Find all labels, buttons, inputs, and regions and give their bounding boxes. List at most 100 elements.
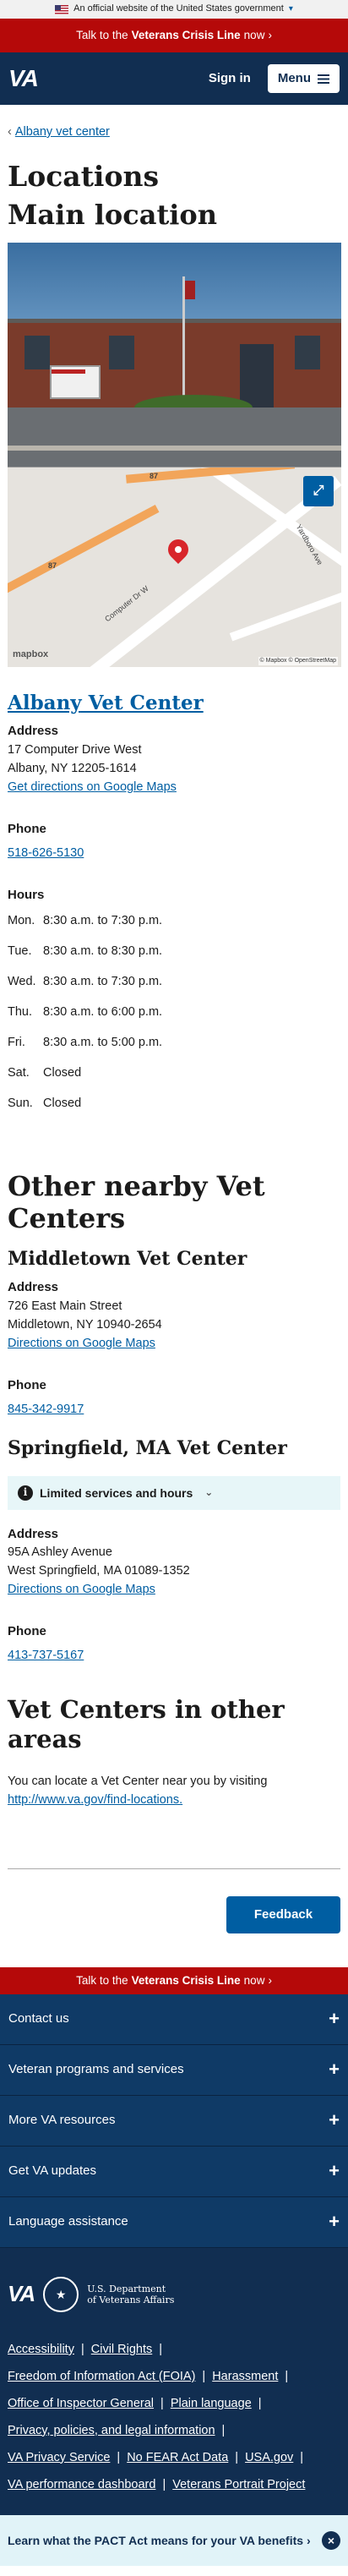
phone-link[interactable]: 845-342-9917 xyxy=(8,1403,84,1416)
hours-day: Sun. xyxy=(8,1097,33,1111)
va-logo[interactable]: VA xyxy=(8,62,39,96)
hours-row: Mon. 8:30 a.m. to 7:30 p.m. xyxy=(8,906,340,937)
limited-services-alert[interactable]: i Limited services and hours ⌄ xyxy=(8,1475,340,1510)
plus-icon: + xyxy=(329,2160,340,2182)
main-location-heading: Main location xyxy=(8,198,217,231)
footer-link[interactable]: VA Privacy Service xyxy=(8,2451,110,2464)
hours-time: 8:30 a.m. to 8:30 p.m. xyxy=(43,944,163,959)
dept-line-1: U.S. Department xyxy=(87,2283,166,2294)
main-content: ‹ Albany vet center Locations Main locat… xyxy=(0,105,348,1967)
breadcrumb-link[interactable]: Albany vet center xyxy=(15,123,110,141)
footer-link[interactable]: Civil Rights xyxy=(91,2343,153,2356)
crisis-prefix: Talk to the xyxy=(76,1973,128,1987)
expand-map-icon[interactable]: ⤢ xyxy=(303,476,334,506)
footer-link[interactable]: Office of Inspector General xyxy=(8,2397,154,2410)
address-line-2: Middletown, NY 10940-2654 xyxy=(8,1318,162,1332)
phone-link[interactable]: 413-737-5167 xyxy=(8,1649,84,1662)
plus-icon: + xyxy=(329,2109,340,2131)
map-pin-icon[interactable] xyxy=(164,535,193,564)
breadcrumb: ‹ Albany vet center xyxy=(8,105,340,141)
road-label: 87 xyxy=(48,561,57,570)
mapbox-logo: mapbox xyxy=(13,649,49,660)
footer-link[interactable]: Plain language xyxy=(171,2397,252,2410)
hours-time: Closed xyxy=(43,1066,82,1080)
crisis-prefix: Talk to the xyxy=(76,29,128,42)
hours-list: Mon. 8:30 a.m. to 7:30 p.m. Tue. 8:30 a.m.… xyxy=(8,906,340,1119)
footer-link[interactable]: Veterans Portrait Project xyxy=(172,2478,305,2491)
footer-link[interactable]: Accessibility xyxy=(8,2343,74,2356)
footer-link[interactable]: Privacy, policies, and legal information xyxy=(8,2424,215,2437)
site-header: VA Sign in Menu xyxy=(0,52,348,105)
separator: | xyxy=(202,2369,206,2383)
close-icon[interactable]: × xyxy=(322,2530,340,2550)
hours-day: Sat. xyxy=(8,1066,30,1080)
separator: | xyxy=(117,2450,121,2464)
va-seal-icon: ★ xyxy=(43,2276,79,2312)
accordion-label: More VA resources xyxy=(8,2113,116,2128)
dept-line-2: of Veterans Affairs xyxy=(87,2294,175,2305)
menu-label: Menu xyxy=(277,71,311,86)
accordion-label: Language assistance xyxy=(8,2214,128,2229)
chevron-right-icon: › xyxy=(268,1973,272,1987)
road-label: 87 xyxy=(150,472,159,480)
footer-accordion-contact[interactable]: Contact us + xyxy=(0,1994,348,2045)
pact-text: Learn what the PACT Act means for your V… xyxy=(8,2533,304,2547)
location-map[interactable]: Computer Dr W Yardboro Ave 87 87 ⤢ mapbo… xyxy=(8,467,341,667)
chevron-down-icon: ⌄ xyxy=(204,1485,214,1498)
map-attribution[interactable]: © Mapbox © OpenStreetMap xyxy=(258,656,338,665)
directions-link[interactable]: Directions on Google Maps xyxy=(8,1337,155,1350)
footer-link[interactable]: USA.gov xyxy=(245,2451,293,2464)
pact-act-banner: Learn what the PACT Act means for your V… xyxy=(0,2514,348,2566)
separator: | xyxy=(285,2369,289,2383)
chevron-left-icon: ‹ xyxy=(8,125,12,139)
find-locations-link[interactable]: http://www.va.gov/find-locations. xyxy=(8,1793,182,1807)
address-line-1: 17 Computer Drive West xyxy=(8,743,142,757)
hours-day: Fri. xyxy=(8,1036,25,1050)
footer-accordion-programs[interactable]: Veteran programs and services + xyxy=(0,2044,348,2096)
feedback-button[interactable]: Feedback xyxy=(226,1895,340,1933)
menu-button[interactable]: Menu xyxy=(267,64,340,93)
crisis-line-banner[interactable]: Talk to the Veterans Crisis Line now › xyxy=(0,19,348,52)
footer-link[interactable]: Harassment xyxy=(212,2370,278,2383)
gov-banner[interactable]: An official website of the United States… xyxy=(0,0,348,19)
us-flag-icon xyxy=(55,4,69,14)
accordion-label: Veteran programs and services xyxy=(8,2062,184,2077)
directions-link[interactable]: Directions on Google Maps xyxy=(8,1583,155,1596)
separator: | xyxy=(159,2342,163,2356)
footer-accordion-language[interactable]: Language assistance + xyxy=(0,2196,348,2248)
accordion-label: Contact us xyxy=(8,2011,69,2026)
footer-crisis-line-banner[interactable]: Talk to the Veterans Crisis Line now › xyxy=(0,1966,348,1994)
address-line-2: Albany, NY 12205-1614 xyxy=(8,762,137,776)
footer-va-logo[interactable]: VA xyxy=(8,2278,35,2311)
address-label: Address xyxy=(8,1280,59,1295)
address-line-1: 95A Ashley Avenue xyxy=(8,1545,112,1560)
chevron-right-icon: › xyxy=(306,2533,311,2547)
sign-in-button[interactable]: Sign in xyxy=(209,69,251,88)
phone-label: Phone xyxy=(8,1378,46,1393)
nearby-center-name: Middletown Vet Center xyxy=(8,1248,247,1271)
chevron-down-icon: ▾ xyxy=(288,3,293,14)
footer-accordion-updates[interactable]: Get VA updates + xyxy=(0,2146,348,2197)
alert-text: Limited services and hours xyxy=(40,1485,193,1500)
phone-link[interactable]: 518-626-5130 xyxy=(8,846,84,860)
address-label: Address xyxy=(8,724,59,739)
facility-photo xyxy=(8,243,341,467)
crisis-suffix: now xyxy=(243,1973,265,1987)
gov-banner-text: An official website of the United States… xyxy=(73,3,284,14)
hours-row: Sun. Closed xyxy=(8,1089,340,1119)
footer-link[interactable]: No FEAR Act Data xyxy=(127,2451,228,2464)
pact-act-link[interactable]: Learn what the PACT Act means for your V… xyxy=(8,2532,311,2549)
hours-label: Hours xyxy=(8,887,45,902)
hours-time: 8:30 a.m. to 7:30 p.m. xyxy=(43,975,163,989)
main-center-link[interactable]: Albany Vet Center xyxy=(8,692,204,714)
hours-row: Thu. 8:30 a.m. to 6:00 p.m. xyxy=(8,998,340,1028)
plus-icon: + xyxy=(329,2211,340,2233)
department-name: U.S. Department of Veterans Affairs xyxy=(87,2283,174,2305)
footer-logos[interactable]: VA ★ U.S. Department of Veterans Affairs xyxy=(8,2276,340,2312)
footer-accordion-resources[interactable]: More VA resources + xyxy=(0,2095,348,2147)
directions-link[interactable]: Get directions on Google Maps xyxy=(8,780,177,794)
separator: | xyxy=(258,2396,262,2410)
site-footer: Contact us + Veteran programs and service… xyxy=(0,1994,348,2515)
footer-link[interactable]: VA performance dashboard xyxy=(8,2478,155,2491)
footer-link[interactable]: Freedom of Information Act (FOIA) xyxy=(8,2370,195,2383)
